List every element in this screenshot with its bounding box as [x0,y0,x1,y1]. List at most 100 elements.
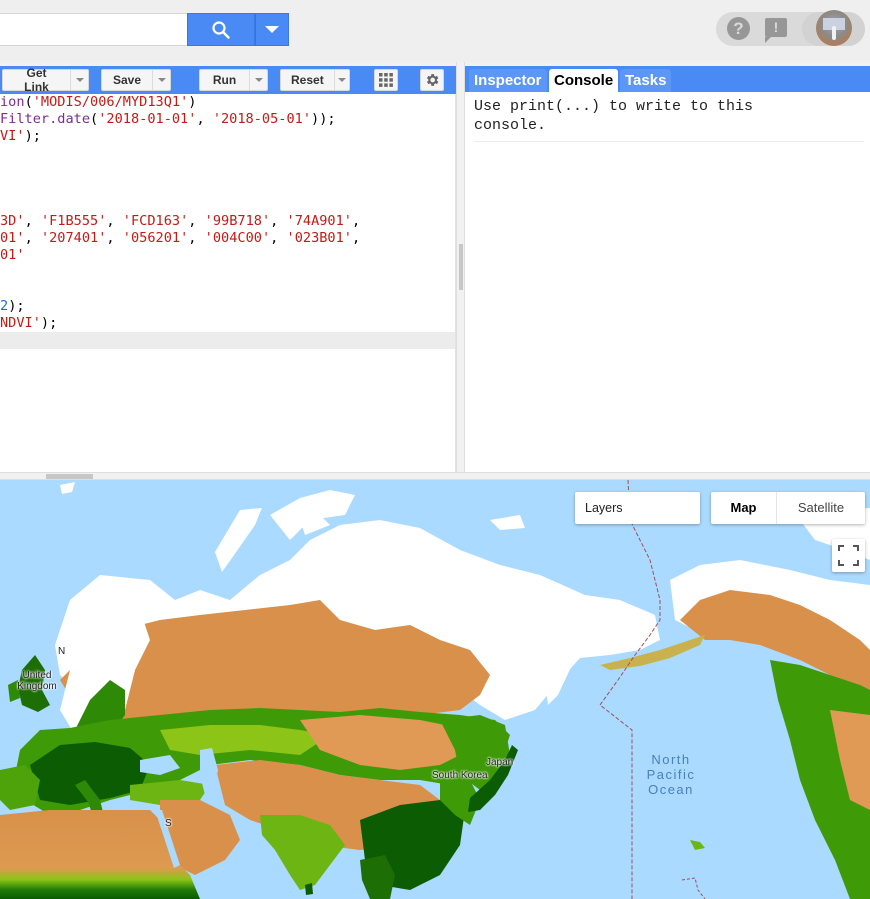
code-token: ); [24,128,41,144]
code-token: , [270,213,287,229]
code-token: , [196,111,213,127]
avatar-photo-person [832,26,836,40]
sri-lanka [305,883,313,895]
run-dropdown[interactable] [249,70,267,90]
tab-console[interactable]: Console [549,69,619,92]
top-bar: ? ! [0,0,870,62]
code-number: 2 [0,298,9,314]
franz-josef-land [60,482,75,494]
map-type-satellite-button[interactable]: Satellite [777,492,865,524]
settings-button[interactable] [420,69,444,91]
code-string: 'FCD163' [122,213,189,229]
code-token: ( [24,94,33,110]
get-link-label: Get Link [24,66,49,94]
save-dropdown[interactable] [152,70,170,90]
search-button[interactable] [187,13,255,46]
code-string: '2018-01-01' [98,111,197,127]
label-united-kingdom: United Kingdom [17,670,57,692]
code-line[interactable]: NDVI'); [0,315,456,332]
code-token: ) [188,94,197,110]
code-token: , [352,230,361,246]
save-label: Save [112,73,142,87]
code-token: , [270,230,287,246]
code-string: '99B718' [204,213,271,229]
label-japan: Japan [486,757,514,768]
chevron-down-icon [254,78,263,82]
code-line[interactable]: ​ [0,145,456,162]
code-line[interactable]: ​ [0,162,456,179]
reset-button[interactable]: Reset [280,69,350,91]
label-south-korea: South Korea [432,770,488,781]
tab-inspector[interactable]: Inspector [469,69,547,92]
gear-icon [427,74,439,86]
code-string: VI' [0,128,25,144]
earth-engine-code-editor: ? ! Get Link Save Run Reset ion('MODIS/0… [0,0,870,899]
hawaii [690,840,705,850]
apps-button[interactable] [374,69,398,91]
code-line[interactable]: ion('MODIS/006/MYD13Q1') [0,94,456,111]
code-token: )); [311,111,336,127]
vertical-splitter[interactable] [456,62,465,474]
code-line[interactable]: ​ [0,332,456,349]
ocean-label-north-pacific: North Pacific Ocean [646,752,696,797]
wrangel-island [490,515,525,530]
label-norway: N [58,646,66,657]
code-token: , [106,213,123,229]
code-token: , [188,230,205,246]
reset-label: Reset [291,73,324,87]
avatar[interactable] [816,10,852,46]
chevron-down-icon [337,78,346,82]
map-canvas[interactable] [0,480,870,899]
code-line[interactable]: 2); [0,298,456,315]
code-line[interactable]: Filter.date('2018-01-01', '2018-05-01'))… [0,111,456,128]
map-type-map-button[interactable]: Map [711,492,777,524]
editor-toolbar: Get Link Save Run Reset [0,66,456,94]
get-link-dropdown[interactable] [70,70,88,90]
code-area[interactable]: ion('MODIS/006/MYD13Q1') Filter.date('201… [0,94,456,472]
grid-icon [379,73,393,87]
maritime-boundary [681,877,706,899]
map-view[interactable]: N United Kingdom Japan South Korea S Nor… [0,480,870,899]
code-line[interactable]: ​ [0,281,456,298]
code-string: 3D' [0,213,25,229]
label-saudi: S [165,818,172,829]
code-line[interactable]: ​ [0,264,456,281]
console-divider [474,141,864,142]
save-button[interactable]: Save [101,69,171,91]
tab-tasks[interactable]: Tasks [620,69,672,92]
right-panel: Inspector Console Tasks Use print(...) t… [465,66,870,472]
run-button[interactable]: Run [199,69,268,91]
code-string: NDVI' [0,315,41,331]
code-string: '023B01' [286,230,352,246]
fullscreen-button[interactable] [832,539,865,572]
search-icon [212,20,230,39]
code-function: ion [0,94,25,110]
code-string: '2018-05-01' [212,111,312,127]
code-line[interactable]: 01', '207401', '056201', '004C00', '023B… [0,230,456,247]
code-token: , [352,213,361,229]
code-token: , [188,213,205,229]
feedback-icon[interactable]: ! [765,18,787,43]
code-token: , [24,230,41,246]
chevron-down-icon [265,26,279,33]
code-string: 'MODIS/006/MYD13Q1' [32,94,189,110]
layers-button[interactable]: Layers [575,492,700,524]
code-token: , [24,213,41,229]
code-line[interactable]: 3D', 'F1B555', 'FCD163', '99B718', '74A9… [0,213,456,230]
horizontal-splitter[interactable] [0,472,870,480]
code-line[interactable]: VI'); [0,128,456,145]
chevron-down-icon [157,78,166,82]
code-string: 'F1B555' [40,213,107,229]
code-line[interactable]: ​ [0,179,456,196]
search-options-dropdown[interactable] [255,13,289,46]
help-icon[interactable]: ? [727,17,750,40]
get-link-button[interactable]: Get Link [2,66,89,94]
reset-dropdown[interactable] [333,70,349,90]
code-function: Filter.date [0,111,91,127]
code-line[interactable]: ​ [0,196,456,213]
fullscreen-icon [838,545,859,566]
right-panel-tabs: Inspector Console Tasks [465,66,870,92]
search-input[interactable] [0,13,188,46]
code-line[interactable]: 01' [0,247,456,264]
run-label: Run [212,73,237,87]
